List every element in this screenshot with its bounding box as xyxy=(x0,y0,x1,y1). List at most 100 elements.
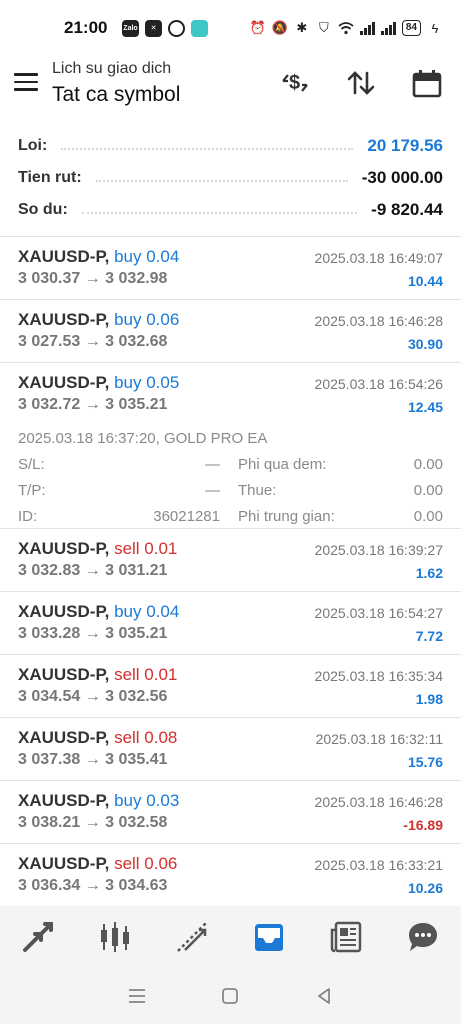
summary-panel: Loi: 20 179.56 Tien rut: -30 000.00 So d… xyxy=(0,130,461,226)
trade-side: buy 0.04 xyxy=(114,602,180,621)
withdraw-label: Tien rut: xyxy=(18,169,82,186)
summary-balance-row: So du: -9 820.44 xyxy=(0,194,461,226)
summary-withdraw-row: Tien rut: -30 000.00 xyxy=(0,162,461,194)
home-icon[interactable] xyxy=(218,984,242,1008)
trade-prices: 3 032.83 → 3 031.21 xyxy=(18,562,168,579)
trade-date: 2025.03.18 16:32:11 xyxy=(315,731,443,747)
capcut-icon: ✕ xyxy=(145,19,162,37)
app-header: Lich su giao dich Tat ca symbol $ xyxy=(0,56,461,116)
swap-value: 0.00 xyxy=(413,456,443,473)
calendar-icon[interactable] xyxy=(410,66,444,100)
sort-icon[interactable] xyxy=(344,66,378,100)
tax-value: 0.00 xyxy=(413,482,443,499)
smiley-icon xyxy=(168,19,185,37)
trade-symbol: XAUUSD-P, xyxy=(18,854,110,873)
page-subtitle: Lich su giao dich xyxy=(52,60,172,77)
trade-date: 2025.03.18 16:49:07 xyxy=(314,250,443,266)
trade-symbol: XAUUSD-P, xyxy=(18,373,110,392)
trade-side: buy 0.03 xyxy=(114,791,180,810)
trade-symbol: XAUUSD-P, xyxy=(18,602,110,621)
trade-row[interactable]: XAUUSD-P, buy 0.04 3 033.28 → 3 035.21 2… xyxy=(0,592,461,655)
trade-profit: 30.90 xyxy=(407,336,443,352)
trade-side: sell 0.08 xyxy=(114,728,178,747)
trade-prices: 3 038.21 → 3 032.58 xyxy=(18,814,168,831)
symbol-filter[interactable]: Tat ca symbol xyxy=(52,83,180,107)
dollar-sort-icon[interactable]: $ xyxy=(278,66,312,100)
shield-icon: ⛉ xyxy=(318,20,329,35)
trade-row[interactable]: XAUUSD-P, sell 0.08 3 037.38 → 3 035.41 … xyxy=(0,718,461,781)
trade-profit: 7.72 xyxy=(415,628,443,644)
status-bar: 21:00 Zalo ✕ ⏰ 🔕 ✱ ⛉ 84 ϟ xyxy=(0,0,461,56)
trade-profit: 15.76 xyxy=(407,754,443,770)
system-icons: ⏰ 🔕 ✱ ⛉ 84 ϟ xyxy=(250,20,443,36)
trade-prices: 3 032.72 → 3 035.21 xyxy=(18,396,168,413)
trade-side: buy 0.05 xyxy=(114,373,180,392)
trade-date: 2025.03.18 16:46:28 xyxy=(314,313,443,329)
trade-date: 2025.03.18 16:54:26 xyxy=(314,376,443,392)
back-icon[interactable] xyxy=(312,984,336,1008)
trade-side: buy 0.04 xyxy=(114,247,180,266)
id-value: 36021281 xyxy=(153,508,220,525)
sl-label: S/L: xyxy=(18,456,45,473)
dot-leader xyxy=(61,148,354,150)
swap-label: Phi qua dem: xyxy=(238,456,327,473)
trade-profit: -16.89 xyxy=(403,817,443,833)
chart-icon[interactable] xyxy=(95,917,135,957)
quotes-icon[interactable] xyxy=(18,917,58,957)
trade-icon[interactable] xyxy=(172,917,212,957)
trade-date: 2025.03.18 16:54:27 xyxy=(314,605,443,621)
trade-side: sell 0.01 xyxy=(114,665,178,684)
withdraw-value: -30 000.00 xyxy=(361,168,443,187)
wifi-icon xyxy=(338,20,354,36)
trade-row[interactable]: XAUUSD-P, buy 0.04 3 030.37 → 3 032.98 2… xyxy=(0,237,461,300)
balance-label: So du: xyxy=(18,201,68,218)
alarm-icon: ⏰ xyxy=(249,20,266,35)
trade-row[interactable]: XAUUSD-P, buy 0.06 3 027.53 → 3 032.68 2… xyxy=(0,300,461,363)
trade-row-expanded[interactable]: XAUUSD-P, buy 0.05 3 032.72 → 3 035.21 2… xyxy=(0,363,461,529)
svg-text:$: $ xyxy=(289,72,300,94)
battery-icon: 84 xyxy=(401,20,421,36)
trade-symbol: XAUUSD-P, xyxy=(18,310,110,329)
sl-value: — xyxy=(205,456,220,473)
trade-details: 2025.03.18 16:37:20, GOLD PRO EA S/L: — … xyxy=(18,426,443,530)
trade-profit: 10.44 xyxy=(407,273,443,289)
system-nav-bar xyxy=(0,968,461,1024)
trade-symbol: XAUUSD-P, xyxy=(18,539,110,558)
news-icon[interactable] xyxy=(326,917,366,957)
trade-profit: 1.62 xyxy=(415,565,443,581)
zalo-icon: Zalo xyxy=(122,19,139,37)
trade-profit: 10.26 xyxy=(407,880,443,896)
signal-icon xyxy=(359,21,375,35)
trade-symbol: XAUUSD-P, xyxy=(18,665,110,684)
trade-row[interactable]: XAUUSD-P, sell 0.01 3 032.83 → 3 031.21 … xyxy=(0,529,461,592)
trade-prices: 3 036.34 → 3 034.63 xyxy=(18,877,168,894)
mute-icon: 🔕 xyxy=(271,20,288,35)
menu-icon[interactable] xyxy=(14,73,38,93)
id-label: ID: xyxy=(18,508,38,525)
trade-prices: 3 037.38 → 3 035.41 xyxy=(18,751,168,768)
fee-label: Phi trung gian: xyxy=(238,508,335,525)
bottom-nav xyxy=(0,906,461,968)
trade-date: 2025.03.18 16:35:34 xyxy=(314,668,443,684)
trade-date: 2025.03.18 16:39:27 xyxy=(314,542,443,558)
app-icon xyxy=(191,19,208,37)
trade-list: XAUUSD-P, buy 0.04 3 030.37 → 3 032.98 2… xyxy=(0,237,461,907)
dot-leader xyxy=(95,180,348,182)
trade-side: sell 0.06 xyxy=(114,854,178,873)
trade-prices: 3 033.28 → 3 035.21 xyxy=(18,625,168,642)
trade-prices: 3 027.53 → 3 032.68 xyxy=(18,333,168,350)
history-icon[interactable] xyxy=(249,917,289,957)
dot-leader xyxy=(81,212,358,214)
chat-icon[interactable] xyxy=(403,917,443,957)
charging-icon: ϟ xyxy=(431,20,439,36)
bluetooth-icon: ✱ xyxy=(296,20,308,35)
trade-profit: 12.45 xyxy=(407,399,443,415)
trade-profit: 1.98 xyxy=(415,691,443,707)
trade-symbol: XAUUSD-P, xyxy=(18,247,110,266)
trade-row[interactable]: XAUUSD-P, buy 0.03 3 038.21 → 3 032.58 2… xyxy=(0,781,461,844)
trade-prices: 3 030.37 → 3 032.98 xyxy=(18,270,168,287)
trade-row[interactable]: XAUUSD-P, sell 0.06 3 036.34 → 3 034.63 … xyxy=(0,844,461,907)
trade-row[interactable]: XAUUSD-P, sell 0.01 3 034.54 → 3 032.56 … xyxy=(0,655,461,718)
recent-apps-icon[interactable] xyxy=(125,984,149,1008)
summary-profit-row: Loi: 20 179.56 xyxy=(0,130,461,162)
